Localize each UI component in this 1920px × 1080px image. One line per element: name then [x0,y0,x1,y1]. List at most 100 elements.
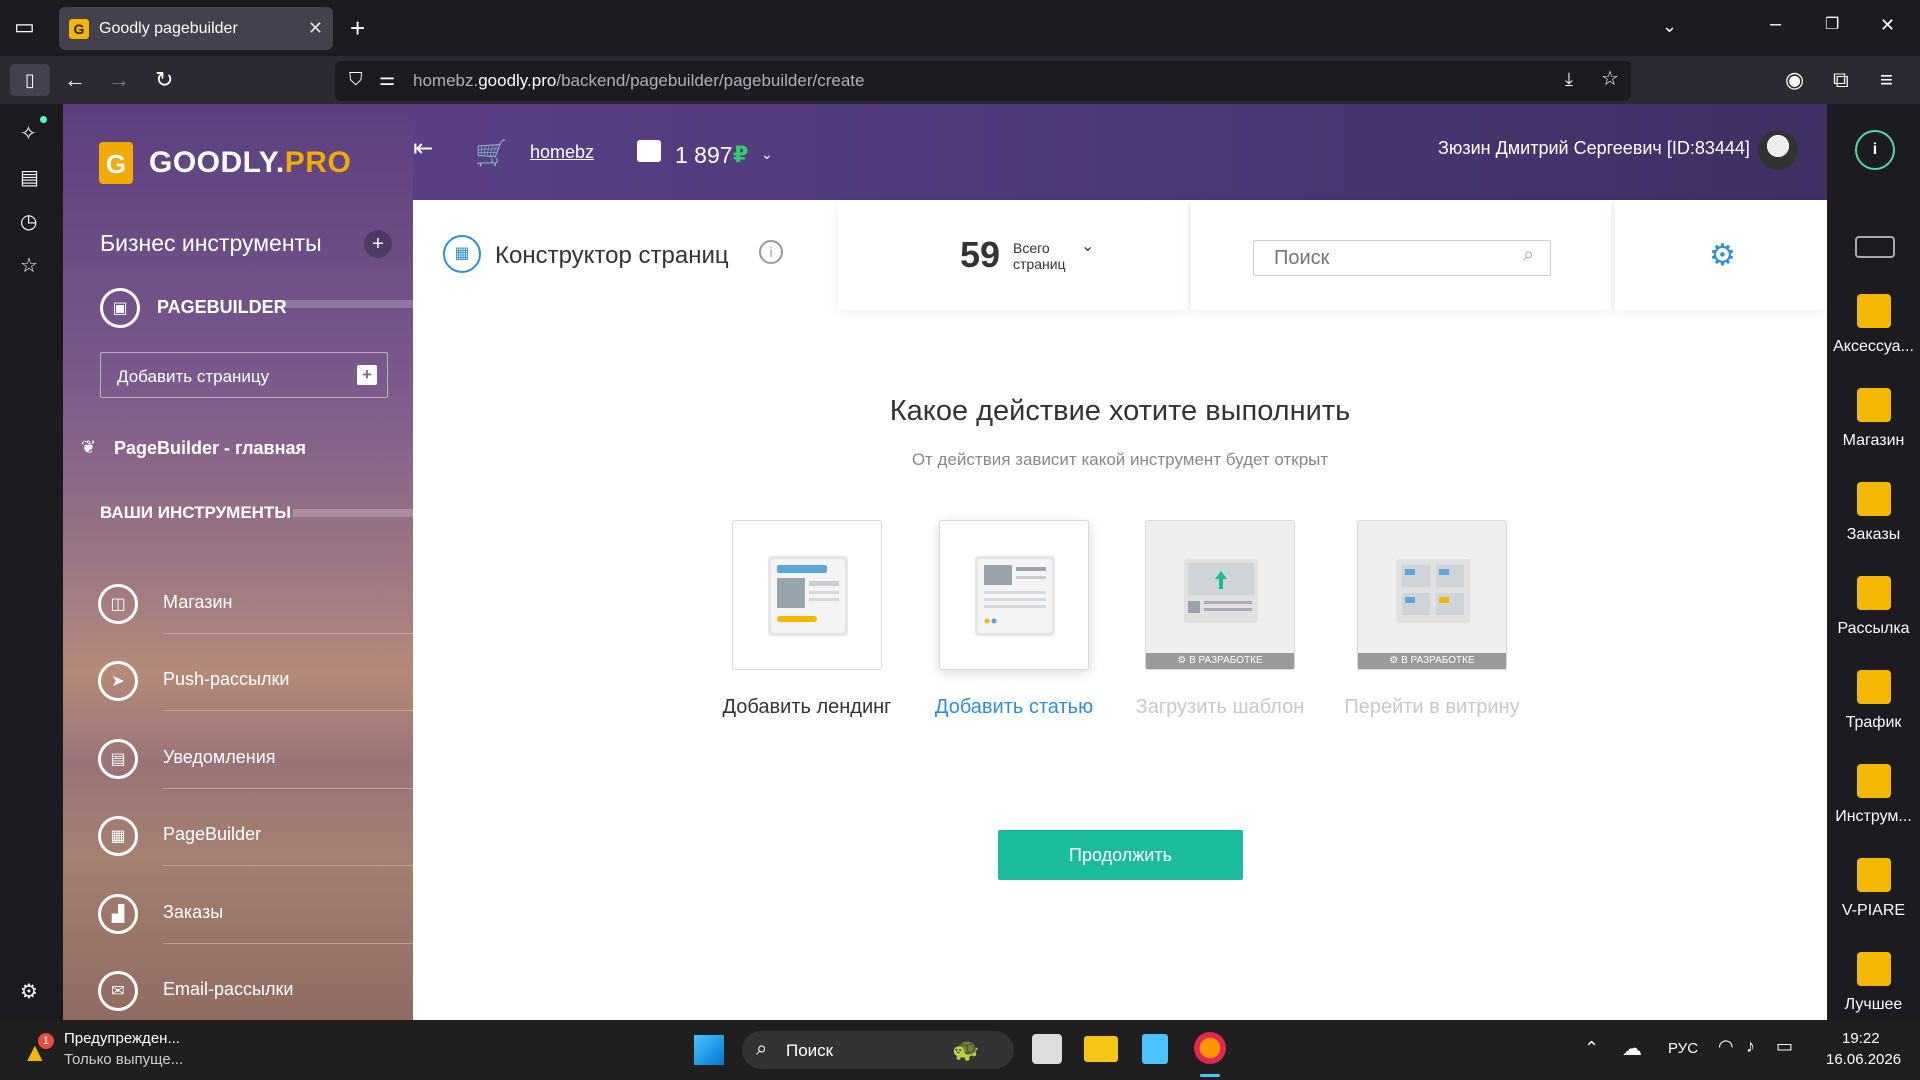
balance-dropdown-icon[interactable]: ⌄ [761,146,773,163]
info-icon[interactable]: i [1855,130,1895,170]
panel-item-best[interactable]: Лучшее [1827,952,1920,1014]
toggle-icon[interactable] [1855,236,1895,258]
continue-button[interactable]: Продолжить [998,830,1243,880]
page-title: Конструктор страниц [495,242,729,269]
plus-square-icon: + [357,365,377,385]
notepad-icon[interactable] [1142,1034,1168,1064]
status-dot [40,116,47,123]
tab-title: Goodly pagebuilder [99,19,238,37]
add-article-card[interactable] [939,520,1089,670]
volume-icon[interactable]: ♪ [1746,1036,1755,1057]
panel-item-shop[interactable]: Магазин [1827,388,1920,450]
search-panel: ⌕ [1191,200,1611,310]
url-host: goodly.pro [478,71,557,90]
notification-subtitle: Только выпуще... [64,1051,184,1068]
minimize-icon[interactable]: – [1770,14,1781,34]
chevron-down-icon[interactable]: ⌄ [1662,17,1677,35]
close-window-icon[interactable]: ✕ [1880,16,1895,34]
wifi-icon[interactable]: ◠ [1718,1036,1734,1057]
panel-item-vpiare[interactable]: V-PIARE [1827,858,1920,920]
toolbox-icon [1856,764,1891,798]
reload-icon[interactable]: ↻ [155,69,173,91]
sidebar-item-notifications[interactable]: ▤ Уведомления [98,729,413,789]
task-view-icon[interactable] [1032,1034,1062,1064]
close-tab-icon[interactable]: ✕ [308,18,323,39]
collapse-sidebar-icon[interactable]: ⇤ [413,134,433,163]
panel-item-mailing[interactable]: Рассылка [1827,576,1920,638]
sidebar-item-push[interactable]: ➤ Push-рассылки [98,651,413,711]
pages-count-panel[interactable]: 59 Всего страниц ⌄ [838,200,1188,310]
shield-icon[interactable]: ⛉ [349,70,363,88]
info-icon[interactable]: i [759,240,783,264]
warning-notification[interactable]: ▲ 1 [22,1033,56,1067]
synced-tabs-icon[interactable]: ▤ [20,168,39,188]
new-tab-icon[interactable]: + [350,15,365,41]
chevron-down-icon[interactable]: ⌄ [1081,236,1094,256]
panel-item-tools[interactable]: Инструм... [1827,764,1920,826]
forward-icon[interactable]: → [108,69,130,91]
account-icon[interactable]: ◉ [1785,69,1804,91]
upload-template-label[interactable]: Загрузить шаблон [1110,696,1330,719]
search-icon[interactable]: ⌕ [1523,244,1534,267]
chevron-up-icon[interactable]: ⌃ [1584,1038,1599,1059]
history-icon[interactable]: ◷ [20,212,37,232]
shop-link[interactable]: homebz [530,142,594,163]
panel-item-traffic[interactable]: Трафик [1827,670,1920,732]
tab-list-icon[interactable]: ▭ [14,16,35,38]
showcase-label[interactable]: Перейти в витрину [1322,696,1542,719]
panel-item-label: Рассылка [1837,620,1910,637]
add-landing-card[interactable] [732,520,882,670]
clock-date[interactable]: 16.06.2026 [1826,1051,1901,1068]
logo-text: GOODLY. [149,146,285,179]
upload-illustration-icon [1184,559,1258,623]
site-settings-icon[interactable]: ⚌ [379,70,395,88]
url-bar[interactable]: ⛉ ⚌ homebz. goodly.pro/backend/pagebuilde… [335,61,1631,101]
home-link[interactable]: PageBuilder - главная [114,438,306,459]
taskbar-search[interactable]: ⌕ Поиск 🐢 [742,1031,1014,1069]
search-input[interactable] [1253,240,1551,276]
article-illustration-icon [975,556,1055,636]
ai-sparkle-icon[interactable]: ✧ [20,124,37,144]
section-title: Бизнес инструменты [100,230,322,256]
add-article-label[interactable]: Добавить статью [904,696,1124,719]
file-explorer-icon[interactable] [1084,1036,1118,1062]
bookmarks-icon[interactable]: ☆ [20,256,38,276]
user-name[interactable]: Зюзин Дмитрий Сергеевич [ID:83444] [1438,138,1750,159]
browser-tab[interactable]: G Goodly pagebuilder ✕ [59,7,333,50]
back-icon[interactable]: ← [64,69,86,91]
settings-gear-icon[interactable]: ⚙ [1709,238,1736,273]
current-tool-label: PAGEBUILDER [157,297,287,317]
sidebar-item-pagebuilder[interactable]: ▦ PageBuilder [98,806,413,866]
restore-icon[interactable]: ❐ [1825,17,1839,33]
add-page-button[interactable]: Добавить страницу + [100,352,388,398]
bookmark-star-icon[interactable]: ☆ [1601,69,1619,89]
sidebar-item-orders[interactable]: ▟ Заказы [98,884,413,944]
menu-icon[interactable]: ≡ [1880,69,1893,91]
goodly-logo[interactable]: G GOODLY.PRO [99,142,351,184]
language-indicator[interactable]: РУС [1668,1040,1698,1057]
sidebar-item-email[interactable]: ✉ Email-рассылки [98,961,413,1020]
extensions-icon[interactable]: ⧉ [1833,69,1849,91]
settings-gear-icon[interactable]: ⚙ [20,982,38,1002]
panel-item-orders[interactable]: Заказы [1827,482,1920,544]
clock-time[interactable]: 19:22 [1842,1030,1880,1047]
add-landing-label[interactable]: Добавить лендинг [697,696,917,719]
windows-start-icon[interactable] [694,1035,724,1065]
battery-icon[interactable]: ▭ [1776,1036,1793,1057]
active-app-indicator [1200,1074,1220,1077]
showcase-card[interactable]: ⚙ В РАЗРАБОТКЕ [1357,520,1507,670]
sidebar-item-shop[interactable]: ◫ Магазин [98,574,413,634]
sync-icon[interactable]: ☁ [1622,1036,1642,1061]
upload-template-card[interactable]: ⚙ В РАЗРАБОТКЕ [1145,520,1295,670]
firefox-icon[interactable] [1194,1032,1226,1064]
right-panel: i Аксессуа... Магазин Заказы Рассылка Тр… [1827,104,1920,1020]
sidebar-toggle-icon[interactable]: ▯ [10,64,50,96]
sidebar-item-label: Заказы [163,902,224,922]
cart-icon: 🛒 [475,138,508,168]
avatar[interactable] [1758,130,1798,170]
url-host-prefix: homebz. [413,71,479,90]
add-tool-button[interactable]: + [364,230,392,258]
url-path: /backend/pagebuilder/pagebuilder/create [556,71,865,90]
panel-item-accessories[interactable]: Аксессуа... [1827,294,1920,356]
save-page-icon[interactable]: ⤓ [1565,70,1573,88]
